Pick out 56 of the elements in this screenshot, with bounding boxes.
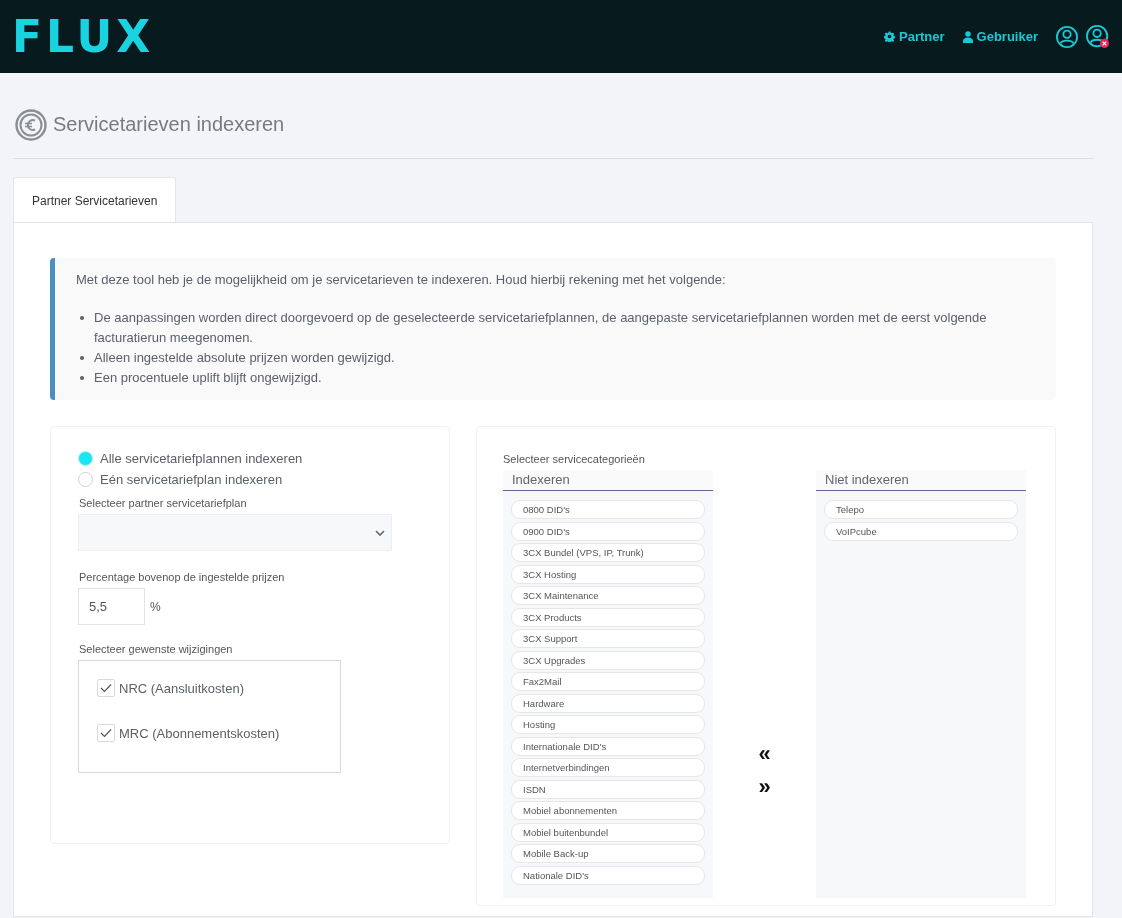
category-item[interactable]: Mobiel buitenbundel <box>511 822 705 842</box>
radio-button[interactable] <box>78 472 93 487</box>
category-item[interactable]: 0900 DID's <box>511 521 705 541</box>
checkbox-label: NRC (Aansluitkosten) <box>119 680 244 696</box>
move-button[interactable]: » <box>758 773 771 800</box>
nav-link[interactable]: Gebruiker <box>962 29 1038 44</box>
tab[interactable]: Partner Servicetarieven <box>13 177 177 222</box>
category-item[interactable]: Mobile Back-up <box>511 844 705 863</box>
category-item[interactable]: 3CX Support <box>511 629 705 648</box>
category-item[interactable]: VoIPcube <box>824 521 1018 541</box>
category-item[interactable]: Fax2Mail <box>511 672 705 691</box>
euro-icon <box>15 108 47 141</box>
bullet-text: De aanpassingen worden direct doorgevoerd op de geselecteerde servicetariefplannen, de aangepaste servicetariefplannen worden met de eerst volgende facturatierun meegenomen. <box>94 309 988 347</box>
bullet-icon <box>80 376 84 380</box>
bullet-text: Een procentuele uplift blijft ongewijzigd. <box>94 369 322 387</box>
category-item[interactable]: 3CX Products <box>511 607 705 627</box>
category-item[interactable]: 0800 DID's <box>511 500 705 519</box>
category-item[interactable]: 3CX Upgrades <box>511 650 705 670</box>
category-item[interactable]: Nationale DID's <box>511 865 705 885</box>
unit-label: % <box>150 599 161 614</box>
category-item[interactable]: Hardware <box>511 693 705 713</box>
field-label: Selecteer partner servicetariefplan <box>79 497 248 509</box>
radio-label: Eén servicetariefplan indexeren <box>100 472 283 487</box>
radio-button[interactable] <box>78 451 93 466</box>
category-item[interactable]: Mobiel abonnementen <box>511 801 705 820</box>
move-button[interactable]: « <box>758 740 771 767</box>
nav-link[interactable]: Partner <box>884 29 945 44</box>
profile-button[interactable] <box>1056 25 1078 48</box>
checkmark-icon <box>100 683 112 693</box>
info-text: Met deze tool heb je de mogelijkheid om je servicetarieven te indexeren. Houd hierbij rekening met het volgende: <box>76 271 727 289</box>
checkbox[interactable] <box>97 724 115 742</box>
category-item[interactable]: 3CX Bundel (VPS, IP, Trunk) <box>511 543 705 562</box>
radio-label: Alle servicetariefplannen indexeren <box>100 451 303 466</box>
field-label: Selecteer servicecategorieën <box>503 453 646 465</box>
category-item[interactable]: Hosting <box>511 715 705 734</box>
category-item[interactable]: Telepo <box>824 500 1018 519</box>
logo: FLUX <box>12 14 155 59</box>
page-title: Servicetarieven indexeren <box>53 113 285 136</box>
logout-button[interactable] <box>1086 24 1110 49</box>
field-label: Selecteer gewenste wijzigingen <box>79 643 234 655</box>
checkmark-icon <box>100 728 112 738</box>
checkbox-label: MRC (Abonnementskosten) <box>119 725 280 741</box>
user-icon <box>962 30 973 43</box>
category-item[interactable]: Internetverbindingen <box>511 758 705 777</box>
bullet-icon <box>80 356 84 360</box>
chevron-down-icon <box>375 529 385 536</box>
category-item[interactable]: Internationale DID's <box>511 736 705 756</box>
category-item[interactable]: 3CX Hosting <box>511 564 705 584</box>
category-item[interactable]: 3CX Maintenance <box>511 586 705 605</box>
gear-icon <box>884 31 896 42</box>
bullet-icon <box>80 316 84 320</box>
field-label: Percentage bovenop de ingestelde prijzen <box>79 571 286 583</box>
bullet-text: Alleen ingestelde absolute prijzen worden gewijzigd. <box>94 349 395 367</box>
percentage-field[interactable]: 5,5 <box>78 588 145 625</box>
checkbox[interactable] <box>97 679 115 697</box>
category-item[interactable]: ISDN <box>511 779 705 799</box>
